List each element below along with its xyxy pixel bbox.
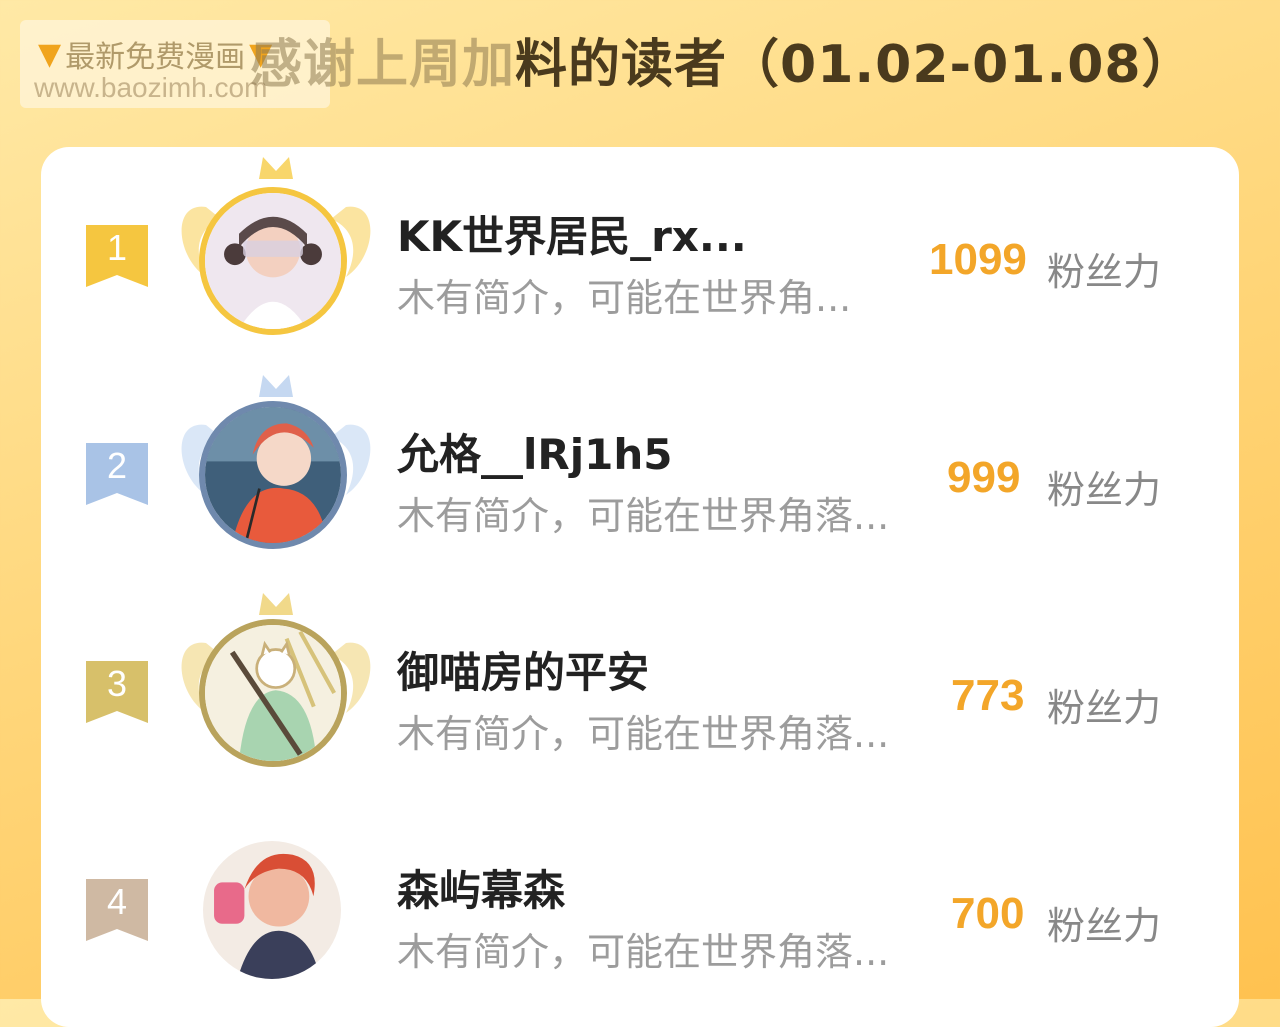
- fan-power-score: 999: [947, 453, 1021, 502]
- user-name[interactable]: 允格__lRj1h5: [397, 421, 672, 482]
- watermark-text: 最新免费漫画: [65, 40, 246, 75]
- watermark-line1: ▼ 最新免费漫画 ▼: [38, 32, 272, 76]
- user-bio: 木有简介，可能在世界角落...: [397, 930, 890, 974]
- fan-power-label: 粉丝力: [1047, 250, 1162, 294]
- fan-power-score: 1099: [929, 235, 1027, 284]
- fan-power-score: 700: [951, 889, 1025, 938]
- avatar[interactable]: [199, 619, 347, 767]
- rank-number: 2: [106, 445, 128, 486]
- page-title-obscured: 感谢上周加: [250, 35, 516, 95]
- page-title-text: 料的读者（01.02-01.08）: [515, 35, 1195, 95]
- fan-power-label: 粉丝力: [1047, 686, 1162, 730]
- rank-badge-gold: 1: [86, 225, 148, 287]
- ranking-row[interactable]: 1 KK世界居民_rx... 木有简介，可能在世界角... 1099 粉丝力: [41, 157, 1239, 357]
- user-bio: 木有简介，可能在世界角...: [397, 276, 852, 320]
- fan-power-score: 773: [951, 671, 1025, 720]
- watermark-url: www.baozimh.com: [34, 72, 268, 103]
- page-title: 感谢上周加料的读者（01.02-01.08）: [250, 22, 1195, 97]
- ranking-card: 1 KK世界居民_rx... 木有简介，可能在世界角... 1099 粉丝力 2…: [41, 147, 1239, 1027]
- user-name[interactable]: KK世界居民_rx...: [397, 203, 747, 264]
- avatar[interactable]: [199, 187, 347, 335]
- rank-number: 4: [106, 881, 128, 922]
- rank-number: 3: [106, 663, 128, 704]
- avatar[interactable]: [203, 841, 341, 979]
- ranking-row[interactable]: 3 御喵房的平安 木有简介，可能在世界角落... 773 粉丝力: [41, 593, 1239, 793]
- rank-badge-silver: 2: [86, 443, 148, 505]
- avatar[interactable]: [199, 401, 347, 549]
- user-bio: 木有简介，可能在世界角落...: [397, 712, 890, 756]
- fan-power-label: 粉丝力: [1047, 904, 1162, 948]
- rank-number: 1: [106, 227, 128, 268]
- user-name[interactable]: 森屿幕森: [397, 857, 565, 918]
- user-name[interactable]: 御喵房的平安: [397, 639, 649, 700]
- fan-power-label: 粉丝力: [1047, 468, 1162, 512]
- ranking-row[interactable]: 4 森屿幕森 木有简介，可能在世界角落... 700 粉丝力: [41, 811, 1239, 1011]
- user-bio: 木有简介，可能在世界角落...: [397, 494, 890, 538]
- ranking-row[interactable]: 2 允格__lRj1h5 木有简介，可能在世界角落... 999 粉丝力: [41, 375, 1239, 575]
- rank-badge-bronze: 3: [86, 661, 148, 723]
- rank-badge-fourth: 4: [86, 879, 148, 941]
- pointing-down-hand-icon: ▼: [38, 36, 62, 72]
